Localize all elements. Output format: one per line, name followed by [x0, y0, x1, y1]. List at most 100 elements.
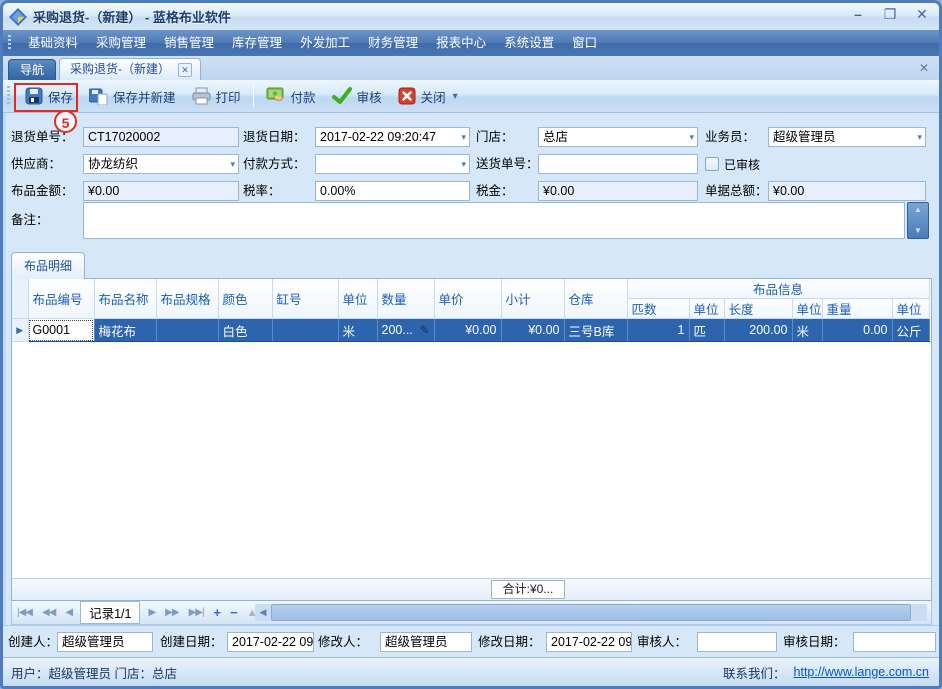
chevron-down-icon[interactable]: ▾: [461, 155, 466, 173]
col-header-color[interactable]: 颜色: [218, 279, 272, 319]
menu-settings[interactable]: 系统设置: [495, 32, 563, 54]
header-form-panel: 退货单号： CT17020002 退货日期： 2017-02-22 09:20:…: [3, 113, 939, 240]
supplier-label: 供应商：: [11, 154, 61, 174]
col-header-weight-unit[interactable]: 单位: [892, 299, 929, 319]
tab-close-icon[interactable]: ✕: [178, 63, 192, 77]
save-and-new-button[interactable]: 保存并新建: [81, 84, 184, 109]
toolbar: 保存 保存并新建 打印 付款: [3, 80, 939, 113]
grid-total-cell: 合计:¥0...: [491, 580, 565, 599]
pay-method-field[interactable]: ▾: [315, 154, 470, 174]
nav-next-icon[interactable]: ▶: [148, 607, 155, 618]
audited-checkbox[interactable]: 已审核: [705, 154, 760, 174]
scroll-left-icon[interactable]: ◀: [255, 604, 271, 621]
contact-label: 联系我们：: [723, 663, 786, 682]
col-header-spec[interactable]: 布品规格: [156, 279, 218, 319]
cell-vat[interactable]: [272, 319, 338, 342]
nav-delete-icon[interactable]: −: [230, 605, 237, 620]
scrollbar-thumb[interactable]: [271, 604, 911, 621]
edit-pencil-icon[interactable]: ✎: [419, 323, 429, 337]
menu-outsourcing[interactable]: 外发加工: [291, 32, 359, 54]
cell-warehouse[interactable]: 三号B库: [564, 319, 627, 342]
toolbar-separator: [253, 85, 254, 107]
cell-qty[interactable]: ✎ 200...: [377, 319, 434, 342]
chevron-down-icon[interactable]: ▾: [230, 155, 235, 173]
close-dropdown-icon[interactable]: ▾: [453, 91, 458, 102]
cell-length[interactable]: 200.00: [724, 319, 792, 342]
chevron-down-icon[interactable]: ▾: [461, 128, 466, 146]
col-header-length-unit[interactable]: 单位: [792, 299, 822, 319]
spin-down-icon[interactable]: ▼: [914, 227, 922, 235]
cell-unit[interactable]: 米: [338, 319, 377, 342]
menu-purchase[interactable]: 采购管理: [87, 32, 155, 54]
cell-color[interactable]: 白色: [218, 319, 272, 342]
cell-subtotal[interactable]: ¥0.00: [501, 319, 564, 342]
modify-date-value: 2017-02-22 09: [551, 635, 632, 649]
modifier-value: 超级管理员: [385, 635, 448, 649]
tax-field: ¥0.00: [538, 181, 698, 201]
menu-finance[interactable]: 财务管理: [359, 32, 427, 54]
close-button[interactable]: ✕: [913, 6, 931, 23]
tab-fabric-detail[interactable]: 布品明细: [11, 252, 85, 279]
cell-weight[interactable]: 0.00: [822, 319, 892, 342]
chevron-down-icon[interactable]: ▾: [917, 128, 922, 146]
store-field[interactable]: 总店 ▾: [538, 127, 698, 147]
menu-inventory[interactable]: 库存管理: [223, 32, 291, 54]
money-hand-icon: [266, 87, 286, 105]
return-date-field[interactable]: 2017-02-22 09:20:47 ▾: [315, 127, 470, 147]
col-header-subtotal[interactable]: 小计: [501, 279, 564, 319]
close-form-button[interactable]: 关闭 ▾: [390, 84, 466, 109]
tax-rate-field[interactable]: 0.00%: [315, 181, 470, 201]
delivery-no-field[interactable]: [538, 154, 698, 174]
nav-prev-page-icon[interactable]: ◀◀: [42, 607, 55, 618]
tabbar-close-icon[interactable]: ✕: [919, 61, 929, 75]
col-header-unit[interactable]: 单位: [338, 279, 377, 319]
table-row[interactable]: ▶ G0001 梅花布 白色 米 ✎ 200... ¥0.00 ¥0.00: [12, 319, 929, 342]
col-header-qty[interactable]: 数量: [377, 279, 434, 319]
cell-price[interactable]: ¥0.00: [434, 319, 501, 342]
col-header-name[interactable]: 布品名称: [94, 279, 156, 319]
horizontal-scrollbar[interactable]: ◀: [255, 604, 927, 621]
col-header-code[interactable]: 布品编号: [28, 279, 94, 319]
menu-basic-data[interactable]: 基础资料: [19, 32, 87, 54]
return-no-field[interactable]: CT17020002: [83, 127, 239, 147]
cell-length-unit[interactable]: 米: [792, 319, 822, 342]
store-value: 总店: [543, 130, 568, 144]
pay-button[interactable]: 付款: [258, 84, 324, 109]
remark-field[interactable]: [83, 202, 905, 239]
cell-name[interactable]: 梅花布: [94, 319, 156, 342]
print-button[interactable]: 打印: [184, 84, 249, 109]
nav-prev-icon[interactable]: ◀: [65, 607, 72, 618]
website-link[interactable]: http://www.lange.com.cn: [794, 665, 929, 679]
maximize-button[interactable]: ❐: [881, 6, 899, 23]
col-header-price[interactable]: 单价: [434, 279, 501, 319]
pay-method-label: 付款方式：: [243, 154, 306, 174]
cell-pieces-unit[interactable]: 匹: [689, 319, 724, 342]
nav-last-icon[interactable]: ▶▶|: [189, 607, 204, 618]
salesman-field[interactable]: 超级管理员 ▾: [768, 127, 926, 147]
nav-next-page-icon[interactable]: ▶▶: [165, 607, 178, 618]
nav-first-icon[interactable]: |◀◀: [17, 607, 32, 618]
supplier-field[interactable]: 协龙纺织 ▾: [83, 154, 239, 174]
minimize-button[interactable]: –: [849, 6, 867, 23]
checkbox-icon[interactable]: [705, 157, 719, 171]
menu-window[interactable]: 窗口: [563, 32, 606, 54]
audit-button[interactable]: 审核: [324, 84, 390, 109]
col-header-length[interactable]: 长度: [724, 299, 792, 319]
col-header-pieces[interactable]: 匹数: [627, 299, 689, 319]
cell-pieces[interactable]: 1: [627, 319, 689, 342]
chevron-down-icon[interactable]: ▾: [689, 128, 694, 146]
col-header-weight[interactable]: 重量: [822, 299, 892, 319]
tab-navigation[interactable]: 导航: [8, 59, 56, 80]
cell-weight-unit[interactable]: 公斤: [892, 319, 929, 342]
menu-sales[interactable]: 销售管理: [155, 32, 223, 54]
col-header-pieces-unit[interactable]: 单位: [689, 299, 724, 319]
col-header-vat[interactable]: 缸号: [272, 279, 338, 319]
menu-reports[interactable]: 报表中心: [427, 32, 495, 54]
spin-up-icon[interactable]: ▲: [914, 206, 922, 214]
col-header-warehouse[interactable]: 仓库: [564, 279, 627, 319]
tab-purchase-return[interactable]: 采购退货-（新建） ✕: [59, 58, 201, 80]
nav-add-icon[interactable]: +: [214, 605, 221, 620]
cell-code[interactable]: G0001: [28, 319, 94, 342]
remark-spinner[interactable]: ▲ ▼: [907, 202, 929, 239]
cell-spec[interactable]: [156, 319, 218, 342]
